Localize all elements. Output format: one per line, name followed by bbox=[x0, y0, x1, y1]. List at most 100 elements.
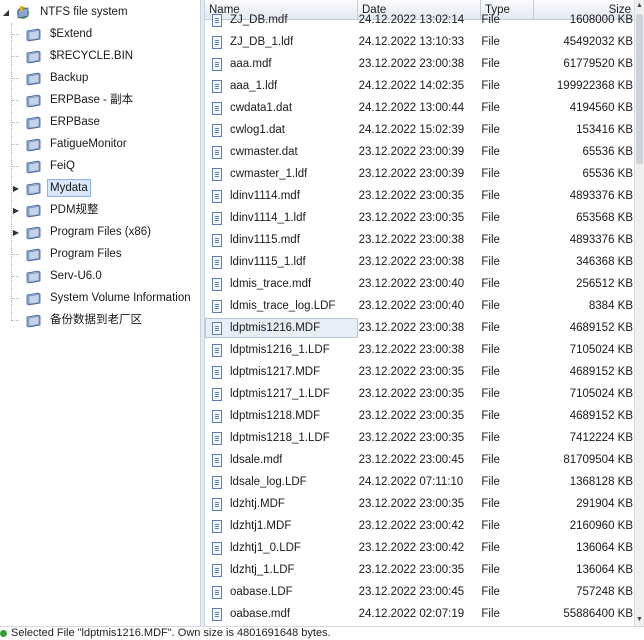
file-row[interactable]: oabase.mdf 24.12.2022 02:07:19 File 5588640… bbox=[205, 603, 635, 625]
file-name-cell[interactable]: ldsale.mdf bbox=[205, 450, 358, 470]
file-row[interactable]: ldzhtj1.MDF 23.12.2022 23:00:42 File 216096… bbox=[205, 515, 635, 537]
file-name-cell[interactable]: ldinv1114_1.ldf bbox=[205, 208, 358, 228]
tree-item[interactable]: FatigueMonitor bbox=[0, 133, 198, 155]
file-row[interactable]: ldptmis1217.MDF 23.12.2022 23:00:35 File 46… bbox=[205, 361, 635, 383]
file-icon bbox=[212, 299, 222, 313]
file-row[interactable]: ldmis_trace.mdf 23.12.2022 23:00:40 File 25… bbox=[205, 273, 635, 295]
file-row[interactable]: ldsale.mdf 23.12.2022 23:00:45 File 8170950… bbox=[205, 449, 635, 471]
file-name-cell[interactable]: ldzhtj1.MDF bbox=[205, 516, 358, 536]
file-name-cell[interactable]: ldinv1115_1.ldf bbox=[205, 252, 358, 272]
file-row[interactable]: ZJ_DB.mdf 24.12.2022 13:02:14 File 1608000 … bbox=[205, 9, 635, 31]
file-date: 23.12.2022 23:00:35 bbox=[358, 498, 465, 510]
file-row[interactable]: ldptmis1216_1.LDF 23.12.2022 23:00:38 File… bbox=[205, 339, 635, 361]
file-row[interactable]: ldinv1115.mdf 23.12.2022 23:00:38 File 4893… bbox=[205, 229, 635, 251]
tree-item[interactable]: ▶ Mydata bbox=[0, 177, 198, 199]
scroll-thumb[interactable] bbox=[636, 14, 643, 164]
file-row[interactable]: ldzhtj_1.LDF 23.12.2022 23:00:35 File 13606… bbox=[205, 559, 635, 581]
file-type: File bbox=[481, 520, 500, 532]
file-icon bbox=[212, 585, 222, 599]
tree-item[interactable]: ERPBase - 副本 bbox=[0, 89, 198, 111]
file-row[interactable]: ldinv1114.mdf 23.12.2022 23:00:35 File 4893… bbox=[205, 185, 635, 207]
file-date: 23.12.2022 23:00:42 bbox=[358, 520, 465, 532]
file-name-cell[interactable]: cwlog1.dat bbox=[205, 120, 358, 140]
file-name-cell[interactable]: ldzhtj.MDF bbox=[205, 494, 358, 514]
file-name-cell[interactable]: ldmis_trace.mdf bbox=[205, 274, 358, 294]
file-name-cell[interactable]: ldptmis1216.MDF bbox=[205, 318, 358, 338]
tree-connector bbox=[10, 270, 22, 282]
file-name-cell[interactable]: ldmis_trace_log.LDF bbox=[205, 296, 358, 316]
scroll-up-icon[interactable]: ▲ bbox=[635, 0, 644, 12]
expand-icon[interactable]: ▶ bbox=[10, 182, 22, 194]
file-icon bbox=[212, 189, 222, 203]
tree-item[interactable]: $RECYCLE.BIN bbox=[0, 45, 198, 67]
tree-item[interactable]: $Extend bbox=[0, 23, 198, 45]
file-type: File bbox=[481, 212, 500, 224]
file-row[interactable]: ldinv1114_1.ldf 23.12.2022 23:00:35 File 65… bbox=[205, 207, 635, 229]
file-name-cell[interactable]: oabase.mdf bbox=[205, 604, 358, 624]
file-name-cell[interactable]: ldzhtj1_0.LDF bbox=[205, 538, 358, 558]
collapse-icon[interactable]: ◢ bbox=[0, 6, 12, 18]
file-row[interactable]: ldptmis1216.MDF 23.12.2022 23:00:38 File 46… bbox=[205, 317, 635, 339]
file-row[interactable]: cwmaster_1.ldf 23.12.2022 23:00:39 File 655… bbox=[205, 163, 635, 185]
file-name-cell[interactable]: ldinv1114.mdf bbox=[205, 186, 358, 206]
file-row[interactable]: ZJ_DB_1.ldf 24.12.2022 13:10:33 File 454920… bbox=[205, 31, 635, 53]
file-name-cell[interactable]: ZJ_DB_1.ldf bbox=[205, 32, 358, 52]
file-row[interactable]: ldzhtj.MDF 23.12.2022 23:00:35 File 291904 … bbox=[205, 493, 635, 515]
expand-icon[interactable]: ▶ bbox=[10, 226, 22, 238]
file-row[interactable]: cwdata1.dat 24.12.2022 13:00:44 File 419456… bbox=[205, 97, 635, 119]
file-row[interactable]: ldinv1115_1.ldf 23.12.2022 23:00:38 File 34… bbox=[205, 251, 635, 273]
file-name-cell[interactable]: cwdata1.dat bbox=[205, 98, 358, 118]
status-icon bbox=[0, 630, 7, 637]
file-icon bbox=[212, 431, 222, 445]
file-icon bbox=[212, 277, 222, 291]
tree-item[interactable]: Backup bbox=[0, 67, 198, 89]
tree-root[interactable]: ◢ NTFS file system bbox=[0, 1, 131, 23]
file-name-cell[interactable]: oabase.LDF bbox=[205, 582, 358, 602]
file-row[interactable]: aaa_1.ldf 24.12.2022 14:02:35 File 19992236… bbox=[205, 75, 635, 97]
file-name-cell[interactable]: ldptmis1216_1.LDF bbox=[205, 340, 358, 360]
file-name-cell[interactable]: aaa.mdf bbox=[205, 54, 358, 74]
tree-item[interactable]: Program Files bbox=[0, 243, 198, 265]
file-row[interactable]: cwlog1.dat 24.12.2022 15:02:39 File 153416 … bbox=[205, 119, 635, 141]
folder-icon bbox=[24, 48, 42, 64]
file-size: 4689152 KB bbox=[569, 366, 634, 378]
file-name-cell[interactable]: ZJ_DB.mdf bbox=[205, 10, 358, 30]
file-size: 8384 KB bbox=[588, 300, 634, 312]
tree-item[interactable]: 备份数据到老厂区 bbox=[0, 309, 198, 331]
tree-item[interactable]: Serv-U6.0 bbox=[0, 265, 198, 287]
file-icon bbox=[212, 101, 222, 115]
file-row[interactable]: ldptmis1217_1.LDF 23.12.2022 23:00:35 File… bbox=[205, 383, 635, 405]
file-name-cell[interactable]: ldinv1115.mdf bbox=[205, 230, 358, 250]
file-name-cell[interactable]: ldptmis1217_1.LDF bbox=[205, 384, 358, 404]
file-name-cell[interactable]: ldsale_log.LDF bbox=[205, 472, 358, 492]
file-row[interactable]: aaa.mdf 23.12.2022 23:00:38 File 61779520 K… bbox=[205, 53, 635, 75]
file-size: 291904 KB bbox=[576, 498, 634, 510]
scroll-down-icon[interactable]: ▼ bbox=[635, 614, 644, 626]
tree-item[interactable]: ▶ Program Files (x86) bbox=[0, 221, 198, 243]
file-row[interactable]: ldmis_trace_log.LDF 23.12.2022 23:00:40 Fi… bbox=[205, 295, 635, 317]
file-name-cell[interactable]: ldptmis1217.MDF bbox=[205, 362, 358, 382]
file-name-cell[interactable]: cwmaster.dat bbox=[205, 142, 358, 162]
tree-item[interactable]: FeiQ bbox=[0, 155, 198, 177]
vertical-scrollbar[interactable]: ▲ ▼ bbox=[634, 0, 644, 626]
tree-item[interactable]: ▶ PDM规整 bbox=[0, 199, 198, 221]
file-name-cell[interactable]: aaa_1.ldf bbox=[205, 76, 358, 96]
file-name-cell[interactable]: cwmaster_1.ldf bbox=[205, 164, 358, 184]
file-name-cell[interactable]: ldptmis1218.MDF bbox=[205, 406, 358, 426]
tree-item[interactable]: System Volume Information bbox=[0, 287, 198, 309]
file-name-cell[interactable]: ldzhtj_1.LDF bbox=[205, 560, 358, 580]
file-size: 346368 KB bbox=[576, 256, 634, 268]
file-row[interactable]: oabase.LDF 23.12.2022 23:00:45 File 757248 … bbox=[205, 581, 635, 603]
file-row[interactable]: cwmaster.dat 23.12.2022 23:00:39 File 65536… bbox=[205, 141, 635, 163]
expand-icon[interactable]: ▶ bbox=[10, 204, 22, 216]
file-row[interactable]: ldptmis1218_1.LDF 23.12.2022 23:00:35 File… bbox=[205, 427, 635, 449]
file-row[interactable]: ldzhtj1_0.LDF 23.12.2022 23:00:42 File 1360… bbox=[205, 537, 635, 559]
file-name-cell[interactable]: ldptmis1218_1.LDF bbox=[205, 428, 358, 448]
file-size: 153416 KB bbox=[576, 124, 634, 136]
tree-item[interactable]: ERPBase bbox=[0, 111, 198, 133]
folder-icon bbox=[24, 224, 42, 240]
file-date: 23.12.2022 23:00:35 bbox=[358, 564, 465, 576]
file-row[interactable]: ldptmis1218.MDF 23.12.2022 23:00:35 File 46… bbox=[205, 405, 635, 427]
file-row[interactable]: ldsale_log.LDF 24.12.2022 07:11:10 File 136… bbox=[205, 471, 635, 493]
file-type: File bbox=[481, 36, 500, 48]
